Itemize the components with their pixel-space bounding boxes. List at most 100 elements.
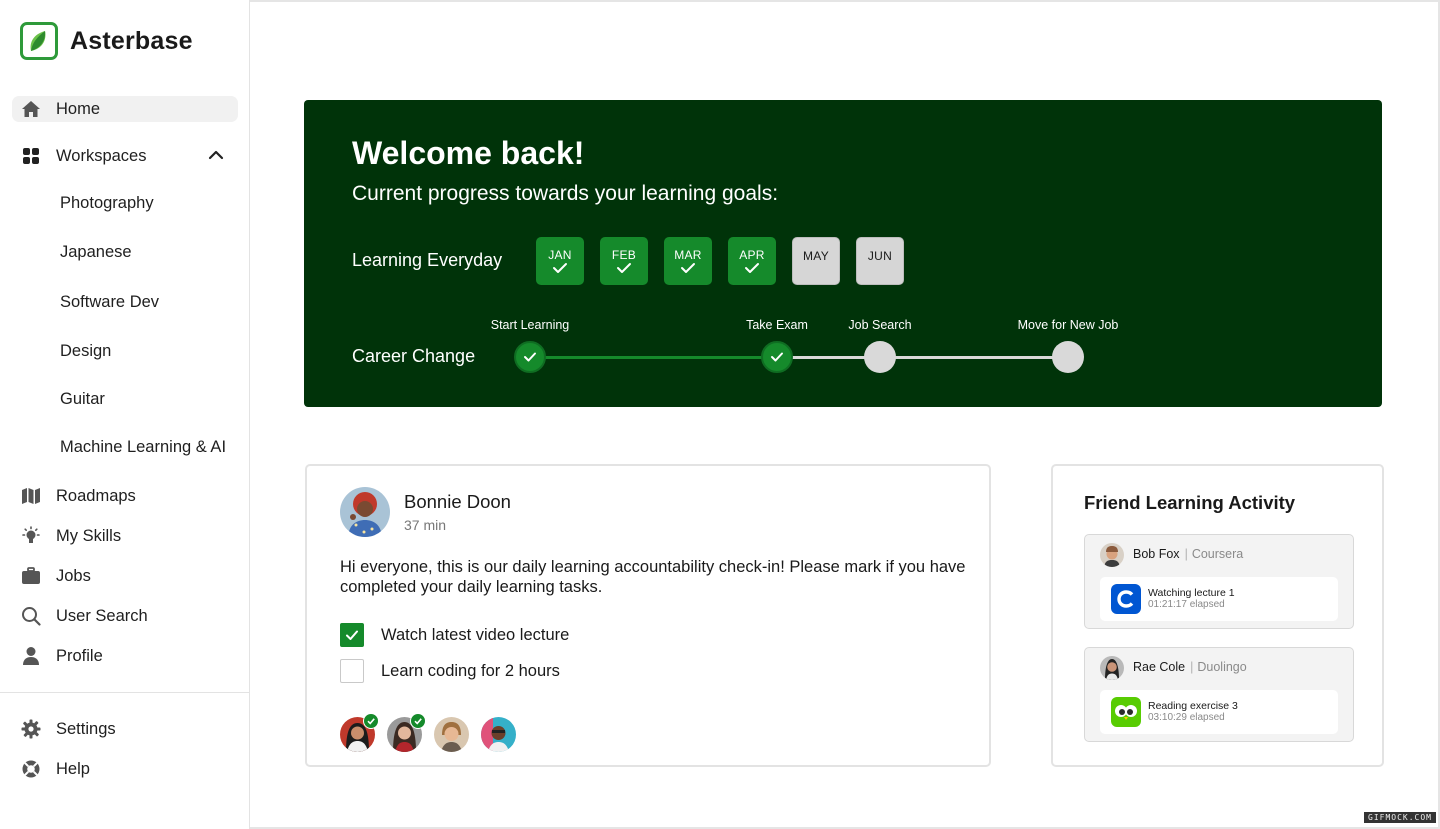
check-icon — [728, 262, 776, 277]
career-step-node[interactable] — [761, 341, 793, 373]
sidebar-item-profile[interactable]: Profile — [12, 643, 238, 669]
friend-activity-detail[interactable]: Watching lecture 1 01:21:17 elapsed — [1100, 577, 1338, 621]
sidebar-item-label: Roadmaps — [56, 486, 136, 505]
friend-activity-detail[interactable]: Reading exercise 3 03:10:29 elapsed — [1100, 690, 1338, 734]
sidebar-item-label: User Search — [56, 606, 148, 625]
sidebar-item-jobs[interactable]: Jobs — [12, 563, 238, 589]
task-checkbox[interactable] — [340, 623, 364, 647]
month-box-jun: JUN — [856, 237, 904, 285]
month-box-jan: JAN — [536, 237, 584, 285]
friend-name[interactable]: Rae Cole — [1133, 660, 1185, 674]
workspace-item-japanese[interactable]: Japanese — [60, 243, 132, 262]
app-name: Asterbase — [70, 26, 193, 55]
task-item[interactable]: Watch latest video lecture — [340, 623, 569, 647]
map-icon — [21, 486, 41, 506]
workspace-item-photography[interactable]: Photography — [60, 194, 154, 213]
lightbulb-icon — [21, 526, 41, 546]
sidebar-item-home[interactable]: Home — [12, 96, 238, 122]
sidebar: Asterbase Home Workspaces Photography Ja… — [0, 0, 250, 829]
sidebar-item-settings[interactable]: Settings — [12, 716, 238, 742]
leaf-logo-icon — [20, 22, 58, 60]
sidebar-item-label: My Skills — [56, 526, 122, 545]
friend-name-line: Bob Fox | Coursera — [1133, 547, 1243, 561]
career-step-node[interactable] — [514, 341, 546, 373]
learning-progress-banner: Welcome back! Current progress towards y… — [304, 100, 1382, 407]
sidebar-item-help[interactable]: Help — [12, 756, 238, 782]
month-label: APR — [739, 248, 765, 262]
friend-activity-card: Friend Learning Activity Bob Fox | Courser… — [1051, 464, 1384, 767]
task-item[interactable]: Learn coding for 2 hours — [340, 659, 560, 683]
month-box-feb: FEB — [600, 237, 648, 285]
post-body: Hi everyone, this is our daily learning … — [340, 558, 966, 596]
chevron-up-icon[interactable] — [208, 147, 224, 168]
sidebar-item-label: Workspaces — [56, 146, 147, 165]
stepper-segment — [530, 356, 777, 359]
month-label: JUN — [867, 249, 893, 263]
learning-everyday-label: Learning Everyday — [352, 250, 503, 270]
gear-icon — [21, 719, 41, 739]
workspace-item-design[interactable]: Design — [60, 342, 111, 361]
grid-icon — [21, 146, 41, 166]
stepper-segment — [880, 356, 1068, 359]
activity-text: Watching lecture 1 — [1148, 587, 1235, 599]
friend-platform: Duolingo — [1197, 660, 1247, 674]
sidebar-divider — [0, 692, 249, 693]
friend-activity-item[interactable]: Rae Cole | Duolingo Reading exercise 3 03:… — [1084, 647, 1354, 742]
career-step-label: Move for New Job — [1017, 318, 1119, 332]
workspace-item-software-dev[interactable]: Software Dev — [60, 293, 159, 312]
check-icon — [536, 262, 584, 277]
sidebar-item-label: Home — [56, 99, 101, 118]
workspace-item-machine-learning[interactable]: Machine Learning & AI — [60, 438, 226, 457]
career-step-label: Job Search — [848, 318, 912, 332]
completed-check-icon — [410, 713, 426, 729]
separator: | — [1184, 547, 1188, 561]
sidebar-item-roadmaps[interactable]: Roadmaps — [12, 483, 238, 509]
poster-name[interactable]: Bonnie Doon — [404, 491, 511, 513]
participant-avatar[interactable] — [434, 717, 469, 752]
career-step-label: Start Learning — [490, 318, 570, 332]
month-label: MAR — [674, 248, 702, 262]
checkin-post-card: Bonnie Doon 37 min Hi everyone, this is … — [305, 464, 991, 767]
workspace-item-guitar[interactable]: Guitar — [60, 390, 105, 409]
friend-activity-title: Friend Learning Activity — [1084, 492, 1296, 513]
friend-activity-item[interactable]: Bob Fox | Coursera Watching lecture 1 01:2… — [1084, 534, 1354, 629]
sidebar-item-label: Profile — [56, 646, 103, 665]
month-box-may: MAY — [792, 237, 840, 285]
month-box-mar: MAR — [664, 237, 712, 285]
participant-avatar[interactable] — [481, 717, 516, 752]
briefcase-icon — [21, 566, 41, 586]
month-label: JAN — [548, 248, 572, 262]
task-label: Watch latest video lecture — [381, 625, 570, 644]
friend-name[interactable]: Bob Fox — [1133, 547, 1180, 561]
sidebar-item-my-skills[interactable]: My Skills — [12, 523, 238, 549]
separator: | — [1190, 660, 1194, 674]
friend-avatar[interactable] — [1100, 656, 1124, 680]
task-label: Learn coding for 2 hours — [381, 661, 560, 680]
sidebar-item-workspaces[interactable]: Workspaces — [12, 143, 238, 169]
career-step-node[interactable] — [864, 341, 896, 373]
check-icon — [524, 352, 536, 362]
career-change-label: Career Change — [352, 346, 476, 366]
poster-avatar[interactable] — [340, 487, 390, 537]
activity-elapsed: 01:21:17 elapsed — [1148, 599, 1225, 610]
month-label: MAY — [802, 249, 829, 263]
activity-elapsed: 03:10:29 elapsed — [1148, 712, 1225, 723]
search-icon — [21, 606, 41, 626]
check-icon — [346, 630, 358, 640]
welcome-title: Welcome back! — [352, 135, 585, 171]
check-icon — [664, 262, 712, 277]
month-box-apr: APR — [728, 237, 776, 285]
friend-avatar[interactable] — [1100, 543, 1124, 567]
career-step-label: Take Exam — [746, 318, 808, 332]
brand[interactable]: Asterbase — [20, 22, 193, 60]
activity-text: Reading exercise 3 — [1148, 700, 1238, 712]
sidebar-item-label: Jobs — [56, 566, 91, 585]
task-checkbox[interactable] — [340, 659, 364, 683]
welcome-subtitle: Current progress towards your learning g… — [352, 182, 779, 205]
sidebar-item-user-search[interactable]: User Search — [12, 603, 238, 629]
friend-name-line: Rae Cole | Duolingo — [1133, 660, 1247, 674]
month-label: FEB — [611, 248, 637, 262]
check-icon — [600, 262, 648, 277]
duolingo-icon — [1111, 697, 1141, 727]
career-step-node[interactable] — [1052, 341, 1084, 373]
